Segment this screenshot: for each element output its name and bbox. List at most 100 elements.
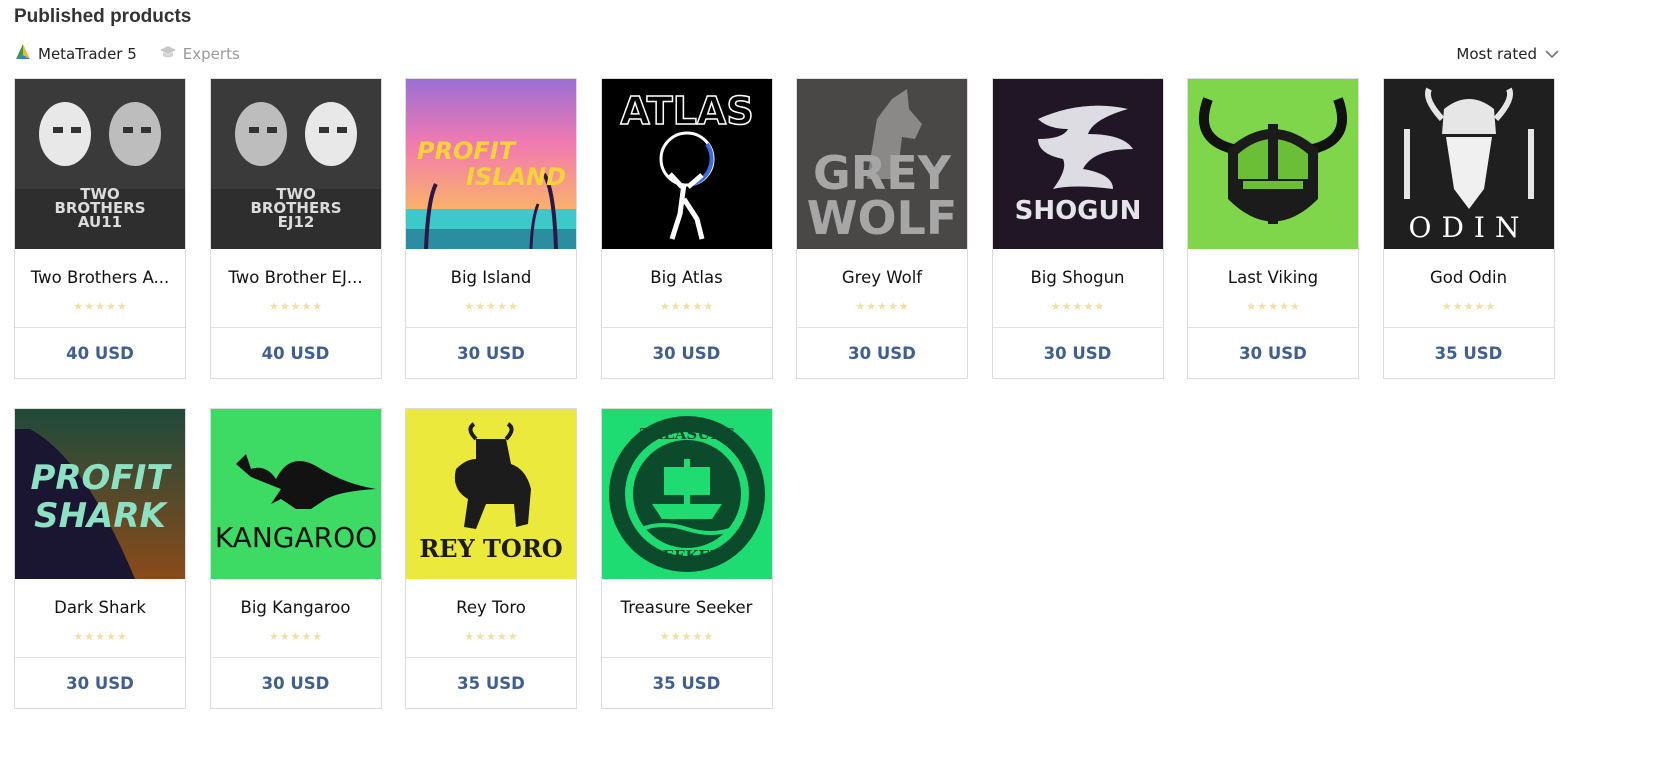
product-name[interactable]: Big Atlas (602, 249, 772, 299)
svg-text:PROFIT: PROFIT (417, 137, 517, 165)
product-price[interactable]: 30 USD (15, 657, 185, 708)
star-icon: ★ (681, 300, 692, 313)
product-thumbnail[interactable]: PROFIT SHARK (15, 409, 185, 579)
product-price[interactable]: 30 USD (406, 327, 576, 378)
product-card[interactable]: PROFIT ISLAND Big Island ★ ★ ★ ★ ★ 30 USD (405, 78, 577, 379)
star-icon: ★ (887, 300, 898, 313)
star-icon: ★ (105, 630, 116, 643)
product-card[interactable]: PROFIT SHARK Dark Shark ★ ★ ★ ★ ★ 30 USD (14, 408, 186, 709)
product-name[interactable]: Rey Toro (406, 579, 576, 629)
rating-stars: ★ ★ ★ ★ ★ (1384, 299, 1554, 327)
product-thumbnail[interactable]: TWO BROTHERS EJ12 (210, 79, 381, 249)
product-name[interactable]: Big Shogun (993, 249, 1163, 299)
star-icon: ★ (1072, 300, 1083, 313)
sort-label: Most rated (1456, 45, 1537, 63)
category-filter[interactable]: Experts (159, 44, 240, 64)
product-card[interactable]: GREY WOLF Grey Wolf ★ ★ ★ ★ ★ 30 USD (796, 78, 968, 379)
product-card[interactable]: TREASURE SEEKER Treasure Seeker ★ ★ ★ ★ ★ 35… (600, 408, 773, 709)
product-card[interactable]: SHOGUN Big Shogun ★ ★ ★ ★ ★ 30 USD (991, 78, 1164, 379)
product-name[interactable]: Big Kangaroo (211, 579, 381, 629)
platform-filter[interactable]: MetaTrader 5 (14, 43, 137, 65)
star-icon: ★ (703, 300, 714, 313)
metatrader-icon (14, 43, 32, 65)
product-thumbnail[interactable]: TWO BROTHERS AU11 (15, 79, 185, 249)
star-icon: ★ (1050, 300, 1061, 313)
product-card[interactable]: ODIN God Odin ★ ★ ★ ★ ★ 35 USD (1382, 78, 1555, 379)
product-price[interactable]: 30 USD (601, 327, 772, 378)
star-icon: ★ (73, 300, 84, 313)
product-thumbnail[interactable]: GREY WOLF (797, 79, 967, 249)
star-icon: ★ (301, 630, 312, 643)
product-card[interactable]: TWO BROTHERS AU11 Two Brothers A... ★ ★ ★ ★… (14, 78, 186, 379)
product-name[interactable]: Big Island (406, 249, 576, 299)
star-icon: ★ (855, 300, 866, 313)
product-thumbnail[interactable]: SHOGUN (992, 79, 1163, 249)
svg-text:ATLAS: ATLAS (620, 89, 753, 133)
star-icon: ★ (84, 630, 95, 643)
product-price[interactable]: 30 USD (1188, 327, 1358, 378)
star-icon: ★ (475, 300, 486, 313)
product-name[interactable]: Two Brother EJ... (211, 249, 381, 299)
product-name[interactable]: Grey Wolf (797, 249, 967, 299)
rating-stars: ★ ★ ★ ★ ★ (406, 299, 576, 327)
product-name[interactable]: Last Viking (1188, 249, 1358, 299)
product-thumbnail[interactable]: ATLAS (601, 79, 772, 249)
product-price[interactable]: 30 USD (992, 327, 1163, 378)
rating-stars: ★ ★ ★ ★ ★ (15, 629, 185, 657)
product-thumbnail[interactable] (1188, 79, 1358, 249)
product-price[interactable]: 35 USD (406, 657, 576, 708)
rating-stars: ★ ★ ★ ★ ★ (1188, 299, 1358, 327)
rating-stars: ★ ★ ★ ★ ★ (406, 629, 576, 657)
svg-text:ISLAND: ISLAND (466, 163, 566, 191)
product-price[interactable]: 40 USD (210, 327, 381, 378)
star-icon: ★ (95, 630, 105, 643)
product-card[interactable]: Last Viking ★ ★ ★ ★ ★ 30 USD (1187, 78, 1359, 379)
star-icon: ★ (116, 630, 127, 643)
platform-filter-label: MetaTrader 5 (38, 45, 137, 63)
star-icon: ★ (898, 300, 909, 313)
star-icon: ★ (1268, 300, 1278, 313)
star-icon: ★ (73, 630, 84, 643)
product-thumbnail[interactable]: TREASURE SEEKER (601, 409, 772, 579)
product-card[interactable]: TWO BROTHERS EJ12 Two Brother EJ... ★ ★ ★ ★… (209, 78, 382, 379)
category-filter-label: Experts (182, 45, 240, 63)
star-icon: ★ (1246, 300, 1257, 313)
svg-text:EJ12: EJ12 (277, 213, 314, 231)
product-name[interactable]: Dark Shark (15, 579, 185, 629)
product-thumbnail[interactable]: REY TORO (406, 409, 576, 579)
product-card[interactable]: REY TORO Rey Toro ★ ★ ★ ★ ★ 35 USD (405, 408, 577, 709)
star-icon: ★ (1474, 300, 1485, 313)
product-name[interactable]: Treasure Seeker (602, 579, 772, 629)
product-name[interactable]: God Odin (1384, 249, 1554, 299)
svg-text:ODIN: ODIN (1408, 211, 1529, 244)
sort-dropdown[interactable]: Most rated (1456, 42, 1559, 66)
product-thumbnail[interactable]: ODIN (1383, 79, 1554, 249)
star-icon: ★ (1441, 300, 1452, 313)
star-icon: ★ (1061, 300, 1072, 313)
product-card[interactable]: ATLAS Big Atlas ★ ★ ★ ★ ★ 30 USD (600, 78, 773, 379)
product-price[interactable]: 35 USD (1383, 327, 1554, 378)
star-icon: ★ (507, 630, 518, 643)
rating-stars: ★ ★ ★ ★ ★ (602, 299, 772, 327)
svg-text:KANGAROO: KANGAROO (214, 521, 376, 554)
star-icon: ★ (866, 300, 877, 313)
product-thumbnail[interactable]: KANGAROO (210, 409, 381, 579)
rating-stars: ★ ★ ★ ★ ★ (993, 299, 1163, 327)
product-thumbnail[interactable]: PROFIT ISLAND (406, 79, 576, 249)
rating-stars: ★ ★ ★ ★ ★ (211, 629, 381, 657)
star-icon: ★ (692, 630, 703, 643)
product-price[interactable]: 35 USD (601, 657, 772, 708)
page-title: Published products (14, 6, 192, 27)
svg-text:TREASURE: TREASURE (639, 425, 734, 443)
product-card[interactable]: KANGAROO Big Kangaroo ★ ★ ★ ★ ★ 30 USD (209, 408, 382, 709)
svg-text:REY TORO: REY TORO (419, 534, 562, 563)
star-icon: ★ (1289, 300, 1300, 313)
star-icon: ★ (1278, 300, 1289, 313)
graduation-cap-icon (159, 44, 177, 64)
product-price[interactable]: 30 USD (210, 657, 381, 708)
product-price[interactable]: 40 USD (15, 327, 185, 378)
product-price[interactable]: 30 USD (797, 327, 967, 378)
product-name[interactable]: Two Brothers A... (15, 249, 185, 299)
star-icon: ★ (496, 630, 507, 643)
svg-text:AU11: AU11 (78, 213, 122, 231)
